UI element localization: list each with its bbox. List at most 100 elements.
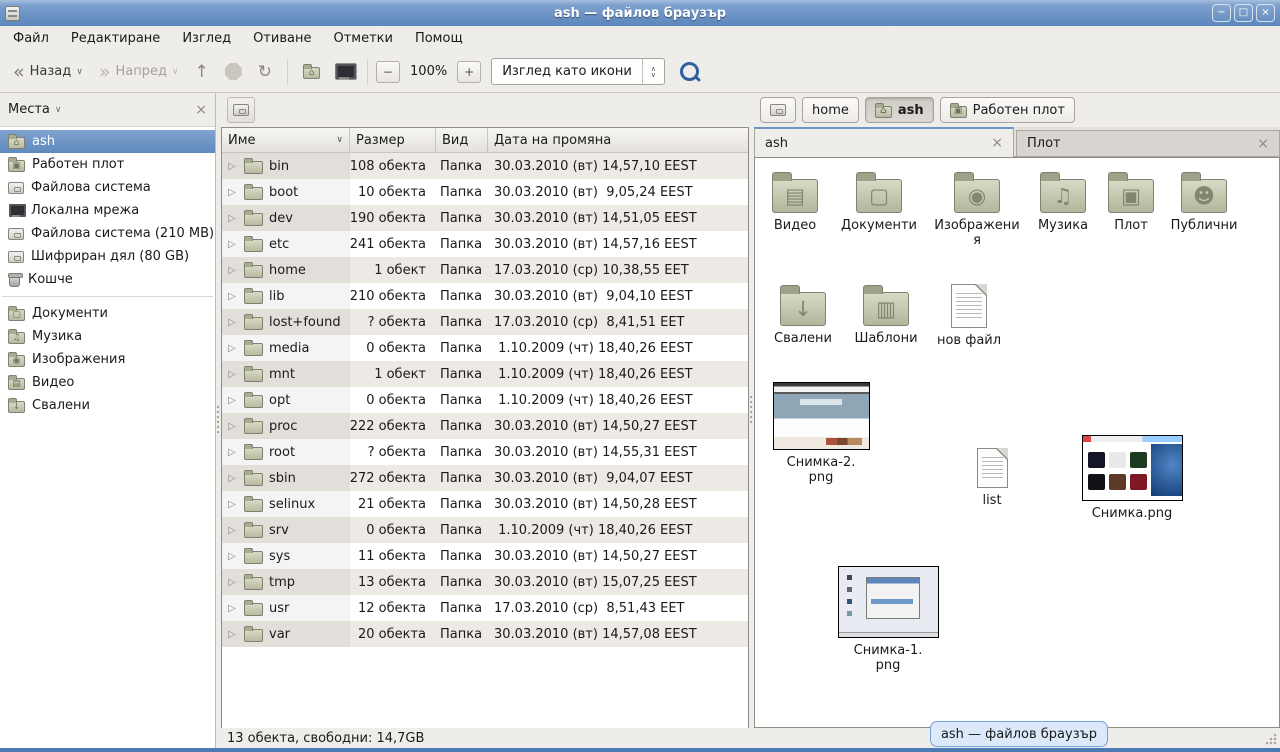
menu-item-Помощ[interactable]: Помощ (404, 28, 474, 49)
table-row[interactable]: ▷srv0 обектаПапка 1.10.2009 (чт) 18,40,2… (222, 517, 748, 543)
expander-icon[interactable]: ▷ (228, 629, 238, 640)
menu-item-Отиване[interactable]: Отиване (242, 28, 322, 49)
taskbar-window-button[interactable]: ash — файлов браузър (930, 721, 1108, 747)
reload-button[interactable]: ↻ (251, 59, 279, 85)
icon-item-Изображения[interactable]: ◉Изображения (933, 171, 1021, 248)
view-mode-select[interactable]: Изглед като икони ∧∨ (491, 58, 665, 85)
table-row[interactable]: ▷proc222 обектаПапка30.03.2010 (вт) 14,5… (222, 413, 748, 439)
expander-icon[interactable]: ▷ (228, 473, 238, 484)
breadcrumb-button-ash[interactable]: ⌂ash (865, 97, 934, 123)
table-row[interactable]: ▷root? обектаПапка30.03.2010 (вт) 14,55,… (222, 439, 748, 465)
search-icon[interactable] (679, 61, 701, 83)
table-row[interactable]: ▷lib210 обектаПапка30.03.2010 (вт) 9,04,… (222, 283, 748, 309)
back-dropdown-icon[interactable]: ∨ (76, 67, 83, 77)
tab-close-icon[interactable]: × (991, 135, 1003, 151)
icon-item-Документи[interactable]: ▢Документи (832, 171, 926, 233)
sidebar-item-Файлова система (210 MB)[interactable]: Файлова система (210 MB) (0, 222, 215, 245)
tab-ash[interactable]: ash× (754, 127, 1014, 157)
sidebar-item-Свалени[interactable]: ↓Свалени (0, 394, 215, 417)
resize-grip[interactable] (1265, 733, 1277, 745)
column-header-Размер[interactable]: Размер (350, 128, 436, 153)
expander-icon[interactable]: ▷ (228, 447, 238, 458)
combo-spinner-icon[interactable]: ∧∨ (642, 59, 664, 84)
icon-item-нов файл[interactable]: нов файл (929, 284, 1009, 348)
home-button[interactable]: ⌂ (296, 60, 327, 83)
menu-item-Редактиране[interactable]: Редактиране (60, 28, 171, 49)
table-row[interactable]: ▷boot10 обектаПапка30.03.2010 (вт) 9,05,… (222, 179, 748, 205)
zoom-out-button[interactable]: − (376, 61, 400, 83)
sidebar-item-Кошче[interactable]: Кошче (0, 268, 215, 291)
icon-item-Снимка.png[interactable]: Снимка.png (1077, 435, 1187, 521)
expander-icon[interactable]: ▷ (228, 551, 238, 562)
breadcrumb-button-root[interactable] (760, 97, 796, 123)
menu-item-Отметки[interactable]: Отметки (322, 28, 403, 49)
places-selector[interactable]: Места ∨ (8, 102, 62, 117)
table-row[interactable]: ▷media0 обектаПапка 1.10.2009 (чт) 18,40… (222, 335, 748, 361)
breadcrumb-button-home[interactable]: home (802, 97, 859, 123)
icon-item-Снимка-2.png[interactable]: Снимка-2.png (785, 382, 857, 485)
table-row[interactable]: ▷selinux21 обектаПапка30.03.2010 (вт) 14… (222, 491, 748, 517)
location-button[interactable] (227, 97, 255, 123)
sidebar-item-Изображения[interactable]: ◉Изображения (0, 348, 215, 371)
sidebar-item-Шифриран дял (80 GB)[interactable]: Шифриран дял (80 GB) (0, 245, 215, 268)
column-header-Вид[interactable]: Вид (436, 128, 488, 153)
minimize-button[interactable]: − (1212, 4, 1231, 22)
titlebar[interactable]: ash — файлов браузър − □ × (0, 0, 1280, 26)
table-row[interactable]: ▷sbin272 обектаПапка30.03.2010 (вт) 9,04… (222, 465, 748, 491)
expander-icon[interactable]: ▷ (228, 421, 238, 432)
icon-item-Плот[interactable]: ▣Плот (1103, 171, 1159, 233)
sidebar-item-ash[interactable]: ⌂ash (0, 130, 215, 153)
icon-item-Свалени[interactable]: ↓Свалени (764, 284, 842, 346)
sidebar-item-Видео[interactable]: ▤Видео (0, 371, 215, 394)
column-header-Дата на промяна[interactable]: Дата на промяна (488, 128, 748, 153)
expander-icon[interactable]: ▷ (228, 213, 238, 224)
expander-icon[interactable]: ▷ (228, 239, 238, 250)
table-row[interactable]: ▷opt0 обектаПапка 1.10.2009 (чт) 18,40,2… (222, 387, 748, 413)
expander-icon[interactable]: ▷ (228, 395, 238, 406)
sidebar-splitter[interactable] (216, 93, 221, 748)
forward-button[interactable]: » Напред ∨ (92, 60, 186, 84)
expander-icon[interactable]: ▷ (228, 343, 238, 354)
icon-item-Музика[interactable]: ♫Музика (1028, 171, 1098, 233)
table-row[interactable]: ▷bin108 обектаПапка30.03.2010 (вт) 14,57… (222, 153, 748, 179)
expander-icon[interactable]: ▷ (228, 265, 238, 276)
sidebar-item-Документи[interactable]: ▢Документи (0, 302, 215, 325)
table-row[interactable]: ▷usr12 обектаПапка17.03.2010 (ср) 8,51,4… (222, 595, 748, 621)
icon-item-list[interactable]: list (962, 448, 1022, 508)
menu-item-Файл[interactable]: Файл (2, 28, 60, 49)
expander-icon[interactable]: ▷ (228, 499, 238, 510)
stop-button[interactable] (218, 59, 249, 84)
zoom-in-button[interactable]: + (457, 61, 481, 83)
expander-icon[interactable]: ▷ (228, 577, 238, 588)
computer-button[interactable] (329, 61, 359, 82)
icon-view[interactable]: ▤Видео▢Документи◉Изображения♫Музика▣Плот… (754, 157, 1280, 728)
expander-icon[interactable]: ▷ (228, 317, 238, 328)
icon-item-Видео[interactable]: ▤Видео (760, 171, 830, 233)
sidebar-item-Работен плот[interactable]: ▣Работен плот (0, 153, 215, 176)
table-row[interactable]: ▷mnt1 обектПапка 1.10.2009 (чт) 18,40,26… (222, 361, 748, 387)
expander-icon[interactable]: ▷ (228, 161, 238, 172)
table-row[interactable]: ▷home1 обектПапка17.03.2010 (ср) 10,38,5… (222, 257, 748, 283)
icon-item-Публични[interactable]: ☻Публични (1162, 171, 1246, 233)
sidebar-item-Музика[interactable]: ♫Музика (0, 325, 215, 348)
column-header-Име[interactable]: Име∨ (222, 128, 350, 153)
expander-icon[interactable]: ▷ (228, 603, 238, 614)
up-button[interactable]: ↑ (188, 59, 216, 85)
table-row[interactable]: ▷tmp13 обектаПапка30.03.2010 (вт) 15,07,… (222, 569, 748, 595)
expander-icon[interactable]: ▷ (228, 187, 238, 198)
expander-icon[interactable]: ▷ (228, 291, 238, 302)
icon-item-Снимка-1.png[interactable]: Снимка-1.png (852, 566, 924, 673)
icon-item-Шаблони[interactable]: ▥Шаблони (846, 284, 926, 346)
close-button[interactable]: × (1256, 4, 1275, 22)
expander-icon[interactable]: ▷ (228, 525, 238, 536)
back-button[interactable]: « Назад ∨ (6, 60, 90, 84)
tab-Плот[interactable]: Плот× (1016, 130, 1280, 156)
tab-close-icon[interactable]: × (1257, 136, 1269, 152)
table-row[interactable]: ▷var20 обектаПапка30.03.2010 (вт) 14,57,… (222, 621, 748, 647)
maximize-button[interactable]: □ (1234, 4, 1253, 22)
table-row[interactable]: ▷sys11 обектаПапка30.03.2010 (вт) 14,50,… (222, 543, 748, 569)
table-row[interactable]: ▷dev190 обектаПапка30.03.2010 (вт) 14,51… (222, 205, 748, 231)
sidebar-item-Локална мрежа[interactable]: Локална мрежа (0, 199, 215, 222)
table-row[interactable]: ▷etc241 обектаПапка30.03.2010 (вт) 14,57… (222, 231, 748, 257)
menu-item-Изглед[interactable]: Изглед (171, 28, 242, 49)
